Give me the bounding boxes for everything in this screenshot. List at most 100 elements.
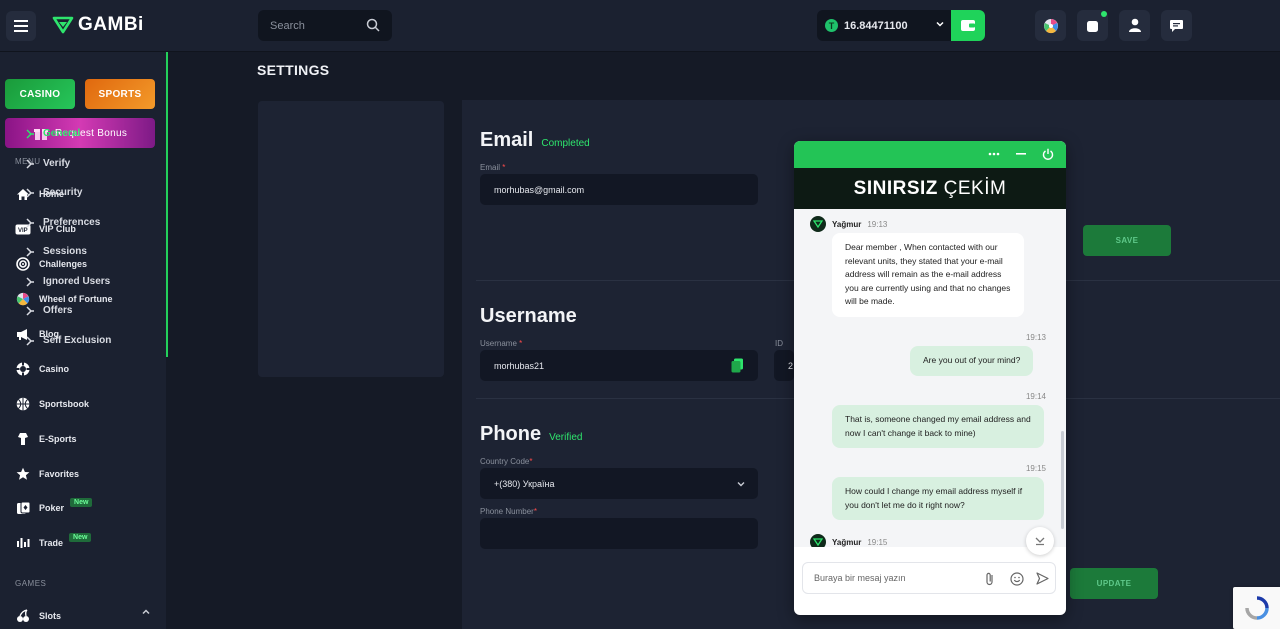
chevron-down-icon	[737, 482, 745, 487]
agent-name: Yağmur	[832, 219, 862, 229]
save-button[interactable]: SAVE	[1083, 225, 1171, 256]
chat-scrollbar[interactable]	[1061, 431, 1064, 529]
required-mark: *	[502, 163, 506, 172]
settings-nav-label: Security	[43, 187, 83, 198]
sidebar-item-sportsbook[interactable]: Sportsbook	[15, 394, 89, 414]
minimize-icon[interactable]	[1016, 153, 1026, 155]
message-time: 19:13	[867, 219, 888, 229]
new-badge: New	[69, 532, 92, 542]
settings-nav-security[interactable]: Security	[26, 187, 82, 198]
email-field[interactable]: morhubas@gmail.com	[480, 174, 758, 205]
sidebar-item-trade[interactable]: Trade New	[15, 532, 92, 553]
sports-promo-button[interactable]: SPORTS	[85, 79, 155, 109]
phone-number-label-text: Phone Number	[480, 507, 534, 516]
page-title: SETTINGS	[257, 62, 330, 78]
chat-messages: Yağmur 19:13 Dear member , When contacte…	[794, 209, 1066, 547]
arrow-right-icon	[26, 187, 34, 198]
settings-nav-offers[interactable]: Offers	[26, 305, 72, 316]
sports-promo-label: SPORTS	[98, 88, 142, 100]
agent-header: Yağmur 19:13	[810, 216, 887, 232]
wallet-button[interactable]	[951, 10, 985, 41]
chat-message-input[interactable]	[814, 573, 974, 583]
sidebar-item-label: Wheel of Fortune	[39, 294, 113, 304]
sidebar-item-label: Poker	[39, 503, 65, 513]
logo-diamond-icon	[52, 16, 74, 34]
settings-nav-sessions[interactable]: Sessions	[26, 246, 87, 257]
message-time: 19:15	[1025, 464, 1046, 473]
required-mark: *	[533, 507, 537, 516]
emoji-icon[interactable]	[1010, 572, 1024, 586]
menu-toggle-button[interactable]	[6, 11, 36, 41]
sidebar-item-favorites[interactable]: Favorites	[15, 464, 79, 484]
settings-nav-preferences[interactable]: Preferences	[26, 217, 100, 228]
sidebar-item-esports[interactable]: E-Sports	[15, 429, 77, 449]
casino-promo-button[interactable]: CASINO	[5, 79, 75, 109]
send-icon[interactable]	[1036, 572, 1049, 585]
message-time: 19:14	[1025, 392, 1046, 401]
settings-nav-label: Self Exclusion	[43, 335, 112, 346]
email-value: morhubas@gmail.com	[494, 184, 585, 195]
new-badge: New	[70, 497, 93, 507]
power-icon[interactable]	[1042, 148, 1054, 160]
sidebar-item-challenges[interactable]: Challenges	[15, 254, 87, 274]
chat-button[interactable]	[1161, 10, 1192, 41]
recaptcha-icon	[1244, 596, 1269, 620]
site-logo[interactable]: GAMBi	[52, 14, 144, 36]
copy-icon[interactable]	[731, 358, 744, 373]
message-time: 19:15	[867, 537, 888, 547]
chevron-up-icon[interactable]	[141, 607, 151, 617]
settings-nav-label: Preferences	[43, 217, 101, 228]
country-code-label: Country Code*	[480, 457, 532, 466]
phone-number-label: Phone Number*	[480, 507, 537, 516]
settings-nav-label: Verify	[43, 158, 71, 169]
email-label-text: Email	[480, 163, 501, 172]
sidebar-item-casino[interactable]: Casino	[15, 359, 69, 379]
chat-header	[794, 141, 1066, 168]
banner-text-light: ÇEKİM	[943, 177, 1007, 199]
recaptcha-badge[interactable]	[1233, 587, 1280, 629]
cards-icon	[15, 500, 31, 516]
arrow-right-icon	[26, 305, 34, 316]
search-icon[interactable]	[366, 18, 380, 32]
profile-button[interactable]	[1119, 10, 1150, 41]
banner-text-bold: SINIRSIZ	[853, 177, 938, 199]
cherry-icon	[15, 608, 31, 624]
balance-selector[interactable]: T 16.84471100	[817, 10, 951, 41]
basketball-icon	[15, 396, 31, 412]
candlestick-chart-icon	[15, 535, 31, 551]
scroll-to-bottom-button[interactable]	[1026, 527, 1054, 555]
country-code-label-text: Country Code	[480, 457, 530, 466]
sidebar-item-poker[interactable]: Poker New	[15, 497, 93, 518]
email-section-title: Email Completed	[480, 129, 590, 152]
email-title: Email	[480, 129, 534, 151]
casino-promo-label: CASINO	[19, 88, 61, 100]
search-box[interactable]	[258, 10, 392, 41]
arrow-right-icon	[26, 246, 34, 257]
settings-nav-self-exclusion[interactable]: Self Exclusion	[26, 335, 111, 346]
agent-header: Yağmur 19:15	[810, 534, 887, 547]
country-code-select[interactable]: +(380) Україна	[480, 468, 758, 499]
sidebar-item-label: Trade	[39, 538, 64, 548]
phone-number-field[interactable]	[480, 518, 758, 549]
notifications-button[interactable]	[1077, 10, 1108, 41]
phone-title: Phone	[480, 423, 542, 445]
notification-dot	[1101, 11, 1107, 17]
settings-nav-label: Sessions	[43, 246, 87, 257]
sidebar-item-label: Sportsbook	[39, 399, 90, 409]
settings-nav-ignored-users[interactable]: Ignored Users	[26, 276, 110, 287]
sidebar-item-slots[interactable]: Slots	[15, 606, 61, 626]
settings-nav-verify[interactable]: Verify	[26, 158, 70, 169]
username-label: Username *	[480, 339, 522, 348]
attachment-icon[interactable]	[985, 572, 995, 586]
username-field[interactable]: morhubas21	[480, 350, 758, 381]
wheel-button[interactable]	[1035, 10, 1066, 41]
required-mark: *	[529, 457, 533, 466]
update-button[interactable]: UPDATE	[1070, 568, 1158, 599]
user-message: That is, someone changed my email addres…	[832, 405, 1044, 448]
settings-nav-general[interactable]: General	[26, 128, 80, 139]
more-options-icon[interactable]	[988, 152, 1000, 156]
agent-avatar	[810, 216, 826, 232]
chevron-down-icon	[936, 21, 944, 27]
wallet-icon	[961, 20, 975, 31]
search-input[interactable]	[270, 19, 360, 32]
